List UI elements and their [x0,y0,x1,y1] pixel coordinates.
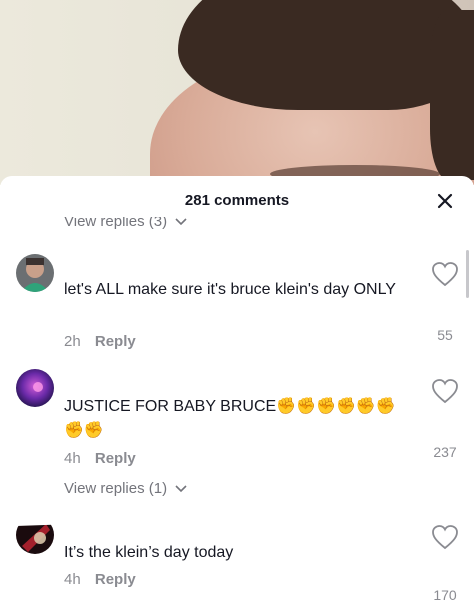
view-replies-button[interactable]: View replies (1) [64,480,187,497]
redaction-mark [0,507,261,527]
comment-meta: 2h Reply [64,333,136,350]
chevron-down-icon [175,218,187,226]
comment-meta: 4h Reply [64,571,136,588]
comment-time: 4h [64,450,81,467]
redaction-mark [58,372,168,384]
avatar[interactable] [16,369,54,407]
comment-meta: 4h Reply [64,450,136,467]
video-hair-side [430,10,474,180]
reply-button[interactable]: Reply [95,571,136,588]
like-count: 237 [433,444,457,460]
like-count: 170 [433,587,457,603]
avatar[interactable] [16,254,54,292]
reply-button[interactable]: Reply [95,333,136,350]
comment-text: It’s the klein’s day today [64,544,234,561]
chevron-down-icon [175,485,187,493]
redaction-mark [58,258,158,270]
like-button[interactable] [431,524,459,550]
comment-time: 4h [64,571,81,588]
comment-text: let's ALL make sure it's bruce klein's d… [64,281,396,298]
like-button[interactable] [431,261,459,287]
close-button[interactable] [432,188,458,214]
close-icon [437,193,453,209]
heart-icon [432,525,458,550]
comments-list[interactable]: View replies (3) let's ALL make sure it'… [0,216,474,609]
reply-button[interactable]: Reply [95,450,136,467]
view-replies-button[interactable]: View replies (3) [64,216,187,230]
heart-icon [432,262,458,287]
comments-sheet: 281 comments View replies (3) let's ALL … [0,176,474,609]
heart-icon [432,379,458,404]
video-background [0,0,474,185]
comment-text: JUSTICE FOR BABY BRUCE✊✊✊✊✊✊✊✊ [64,398,396,439]
comment-count: 281 comments [184,192,290,209]
comment-time: 2h [64,333,81,350]
scrollbar[interactable] [466,250,469,298]
view-replies-label: View replies (1) [64,480,168,497]
like-count: 55 [437,327,453,343]
view-replies-label: View replies (3) [64,216,168,230]
like-button[interactable] [431,378,459,404]
